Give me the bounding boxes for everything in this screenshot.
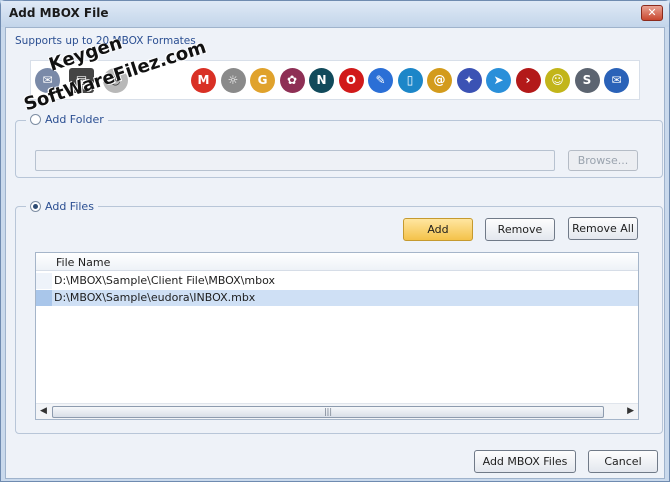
thunderbird-icon: ✉	[604, 68, 629, 93]
cancel-button[interactable]: Cancel	[588, 450, 658, 473]
browse-button[interactable]: Browse...	[568, 150, 638, 171]
at-icon: @	[427, 68, 452, 93]
add-folder-option[interactable]: Add Folder	[26, 113, 108, 126]
add-files-option[interactable]: Add Files	[26, 200, 98, 213]
file-name-column-header[interactable]: File Name	[56, 256, 110, 269]
scrollbar-thumb[interactable]: |||	[52, 406, 604, 418]
postbox-icon: ✎	[368, 68, 393, 93]
cursor-icon: ➤	[486, 68, 511, 93]
book-icon: ▯	[397, 68, 423, 93]
file-path-cell: D:\MBOX\Sample\eudora\INBOX.mbx	[54, 291, 256, 304]
add-files-label: Add Files	[45, 200, 94, 213]
row-gutter	[36, 273, 52, 289]
yellow-face-icon: ☺	[545, 68, 570, 93]
add-button[interactable]: Add	[403, 218, 473, 241]
gmail-icon: M	[191, 68, 216, 93]
scroll-right-icon[interactable]: ▶	[627, 406, 634, 416]
add-mbox-dialog: Add MBOX File ✕ Supports up to 20 MBOX F…	[0, 0, 670, 482]
add-folder-label: Add Folder	[45, 113, 104, 126]
close-icon: ✕	[647, 6, 657, 19]
folder-path-field[interactable]	[35, 150, 555, 171]
title-bar[interactable]: Add MBOX File ✕	[1, 1, 669, 27]
window-title: Add MBOX File	[9, 6, 109, 20]
scroll-left-icon[interactable]: ◀	[40, 406, 47, 416]
gnu-icon: ☼	[220, 68, 246, 93]
close-button[interactable]: ✕	[641, 5, 663, 21]
file-list[interactable]: File Name D:\MBOX\Sample\Client File\MBO…	[35, 252, 639, 420]
supported-clients-strip: ✉ ▤ ◷ M ☼ G ✿ N O ✎ ▯ @ ✦ ➤ › ☺ S ✉	[30, 60, 640, 100]
dialog-body: Supports up to 20 MBOX Formates ✉ ▤ ◷ M ☼…	[5, 27, 665, 479]
film-icon: ▤	[69, 68, 94, 93]
supports-text: Supports up to 20 MBOX Formates	[15, 35, 196, 47]
remove-all-button[interactable]: Remove All	[568, 217, 638, 240]
g-app-icon: G	[250, 68, 275, 93]
remove-button[interactable]: Remove	[485, 218, 555, 241]
table-row[interactable]: D:\MBOX\Sample\Client File\MBOX\mbox	[36, 273, 638, 289]
file-list-header: File Name	[36, 253, 638, 271]
file-path-cell: D:\MBOX\Sample\Client File\MBOX\mbox	[54, 274, 275, 287]
add-folder-radio[interactable]	[30, 114, 41, 125]
seamonkey-icon: S	[574, 68, 600, 93]
row-gutter	[36, 290, 52, 306]
arrow-red-icon: ›	[515, 68, 541, 93]
envelope-icon: ✉	[35, 68, 60, 93]
add-mbox-files-button[interactable]: Add MBOX Files	[474, 450, 576, 473]
compass-icon: ✦	[456, 68, 482, 93]
horizontal-scrollbar[interactable]: ◀ ||| ▶	[36, 403, 638, 419]
opera-icon: O	[338, 68, 364, 93]
table-row-selected[interactable]: D:\MBOX\Sample\eudora\INBOX.mbx	[36, 290, 638, 306]
netscape-icon: N	[309, 68, 334, 93]
grape-icon: ✿	[279, 68, 305, 93]
clock-icon: ◷	[103, 68, 128, 93]
add-files-radio[interactable]	[30, 201, 41, 212]
